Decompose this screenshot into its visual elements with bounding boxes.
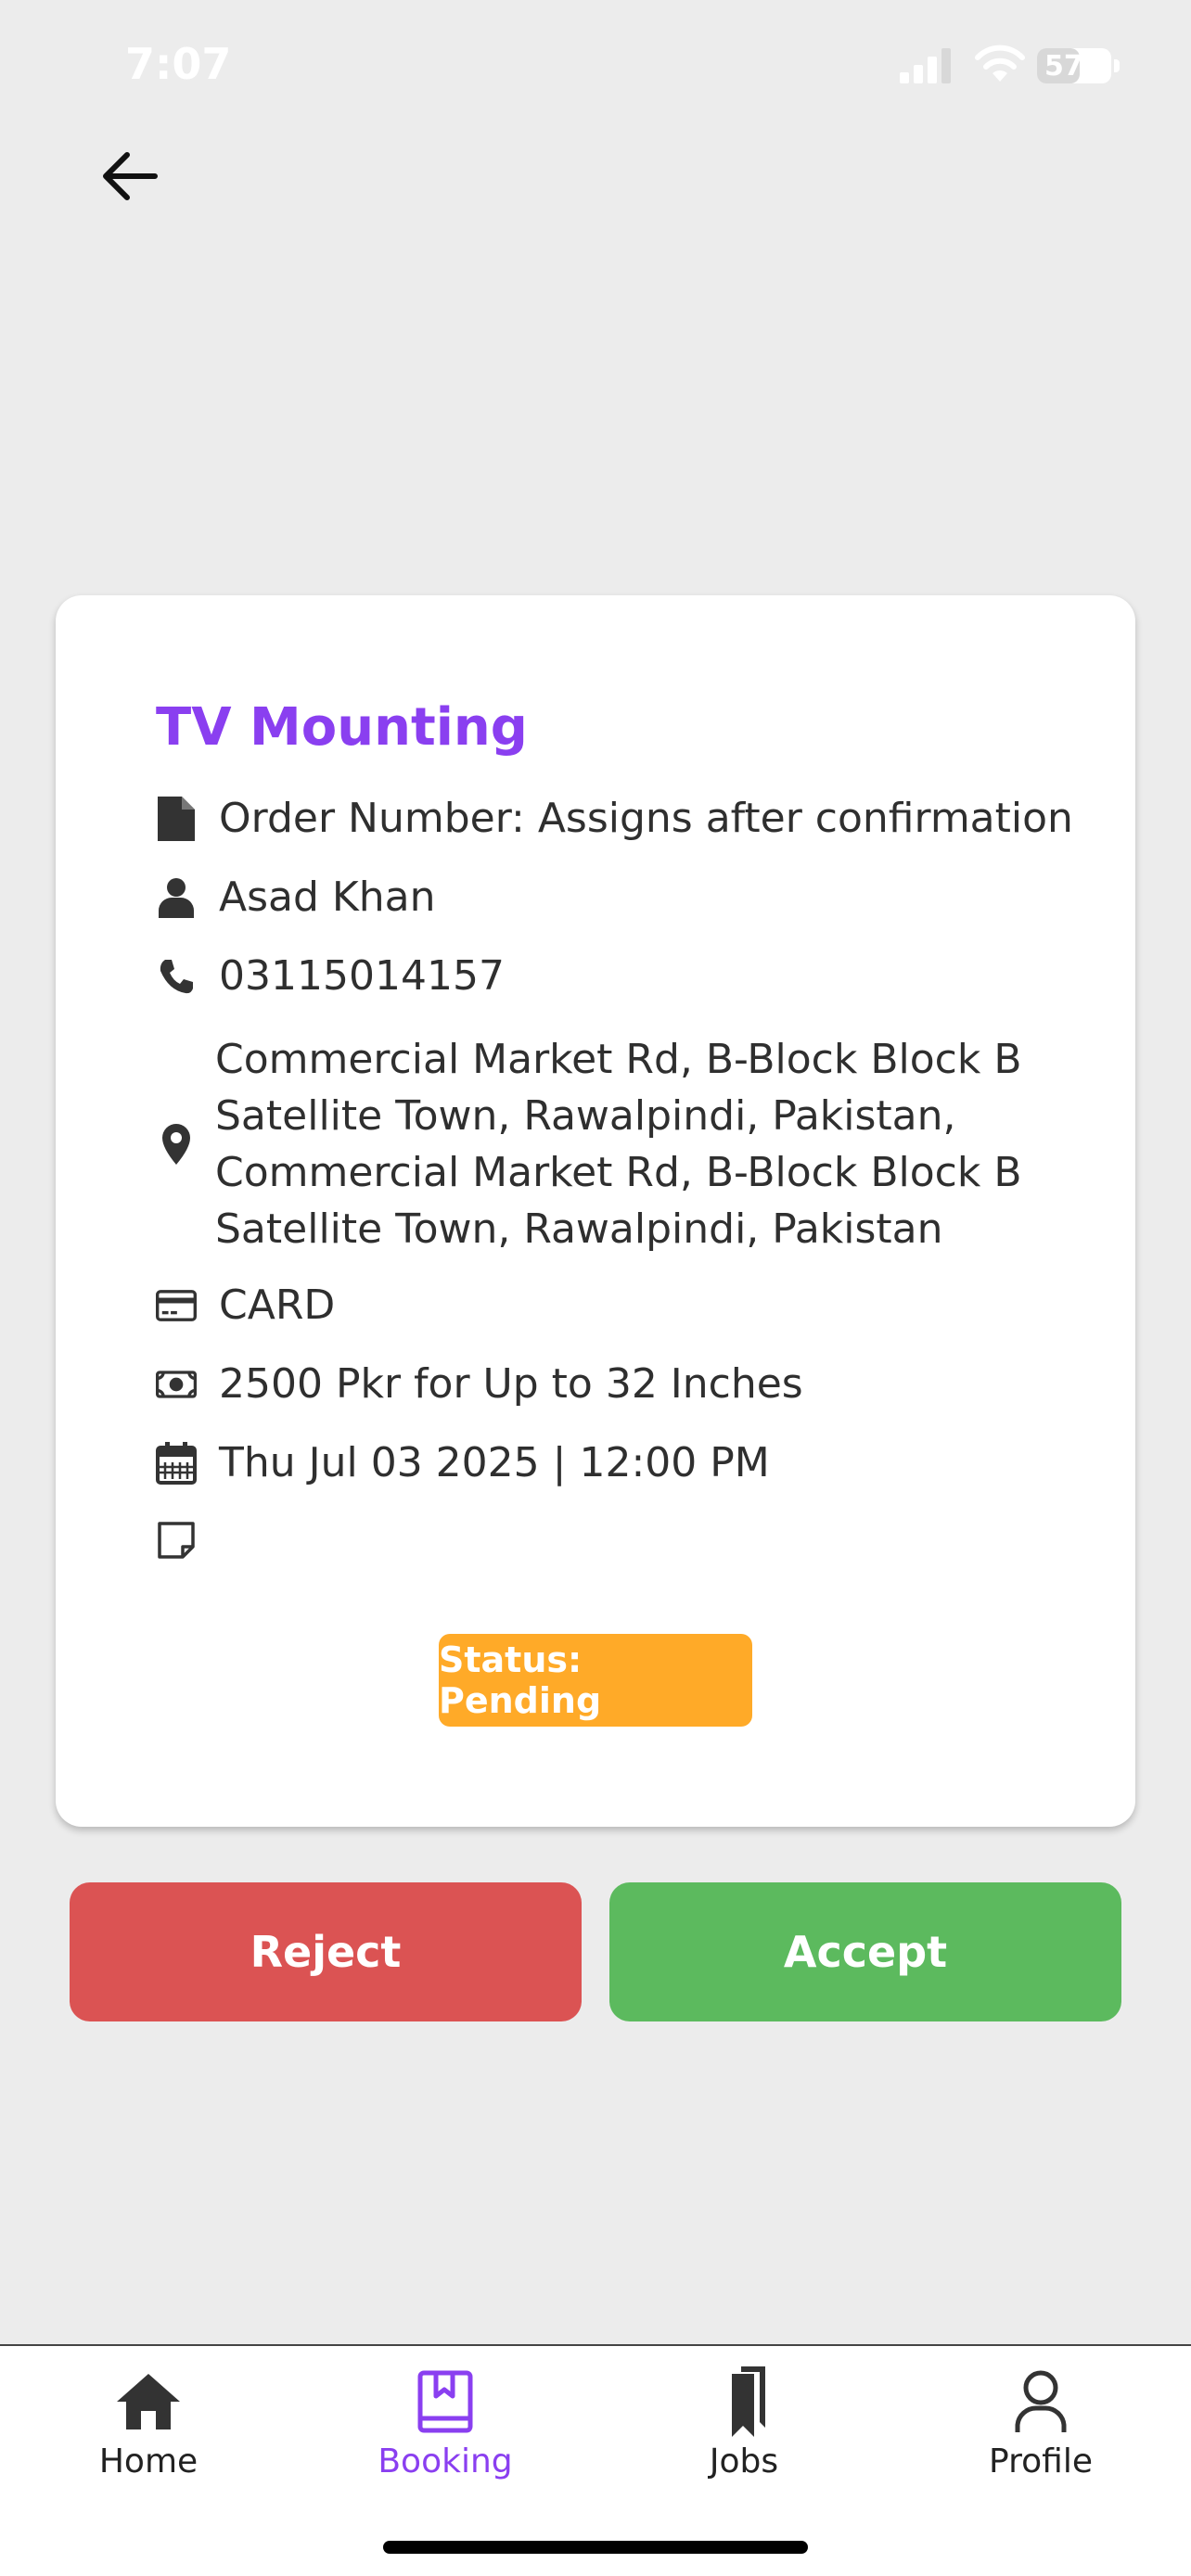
booking-datetime: Thu Jul 03 2025 | 12:00 PM bbox=[219, 1439, 770, 1486]
document-icon bbox=[156, 796, 197, 841]
customer-row: Asad Khan bbox=[156, 874, 436, 921]
order-number-row: Order Number: Assigns after confirmation bbox=[156, 795, 1073, 842]
bookmarks-icon bbox=[732, 2366, 765, 2437]
phone-row: 03115014157 bbox=[156, 952, 505, 1000]
status-bar: 7:07 57 bbox=[0, 0, 1191, 130]
user-icon bbox=[156, 875, 197, 920]
accept-button[interactable]: Accept bbox=[609, 1882, 1121, 2021]
money-bill-icon bbox=[156, 1362, 197, 1407]
phone-number[interactable]: 03115014157 bbox=[219, 952, 505, 1000]
home-indicator bbox=[383, 2541, 808, 2554]
tab-jobs-label: Jobs bbox=[709, 2442, 779, 2480]
wifi-icon bbox=[975, 45, 1025, 82]
reject-button[interactable]: Reject bbox=[70, 1882, 582, 2021]
tab-booking[interactable]: Booking bbox=[352, 2365, 538, 2504]
tab-home-label: Home bbox=[98, 2442, 198, 2480]
home-icon bbox=[117, 2374, 180, 2429]
price-row: 2500 Pkr for Up to 32 Inches bbox=[156, 1360, 803, 1408]
arrow-left-icon bbox=[103, 152, 158, 200]
price: 2500 Pkr for Up to 32 Inches bbox=[219, 1360, 803, 1408]
tab-jobs[interactable]: Jobs bbox=[651, 2365, 837, 2504]
signal-icon bbox=[900, 48, 951, 83]
customer-name: Asad Khan bbox=[219, 874, 436, 921]
status-time: 7:07 bbox=[125, 39, 232, 89]
credit-card-icon bbox=[156, 1283, 197, 1328]
tab-home[interactable]: Home bbox=[56, 2365, 241, 2504]
address-row: Commercial Market Rd, B-Block Block B Sa… bbox=[156, 1031, 1106, 1257]
booking-icon bbox=[417, 2370, 473, 2433]
tab-profile[interactable]: Profile bbox=[948, 2365, 1133, 2504]
booking-card: TV Mounting Order Number: Assigns after … bbox=[56, 595, 1135, 1827]
back-button[interactable] bbox=[97, 144, 172, 209]
note-row bbox=[156, 1518, 219, 1562]
user-icon bbox=[1015, 2370, 1067, 2432]
phone-icon bbox=[156, 954, 197, 999]
address: Commercial Market Rd, B-Block Block B Sa… bbox=[215, 1036, 1022, 1253]
battery-level: 57 bbox=[1044, 50, 1083, 83]
tab-profile-label: Profile bbox=[989, 2442, 1093, 2480]
battery-icon: 57 bbox=[1037, 48, 1111, 83]
sticky-note-icon bbox=[156, 1518, 197, 1562]
service-title: TV Mounting bbox=[156, 697, 528, 758]
payment-row: CARD bbox=[156, 1282, 335, 1329]
location-pin-icon bbox=[156, 1124, 197, 1165]
tab-booking-label: Booking bbox=[378, 2442, 513, 2480]
status-badge: Status: Pending bbox=[439, 1634, 752, 1727]
order-number: Order Number: Assigns after confirmation bbox=[219, 795, 1073, 842]
payment-method: CARD bbox=[219, 1282, 336, 1329]
datetime-row: Thu Jul 03 2025 | 12:00 PM bbox=[156, 1439, 770, 1486]
calendar-icon bbox=[156, 1441, 197, 1486]
